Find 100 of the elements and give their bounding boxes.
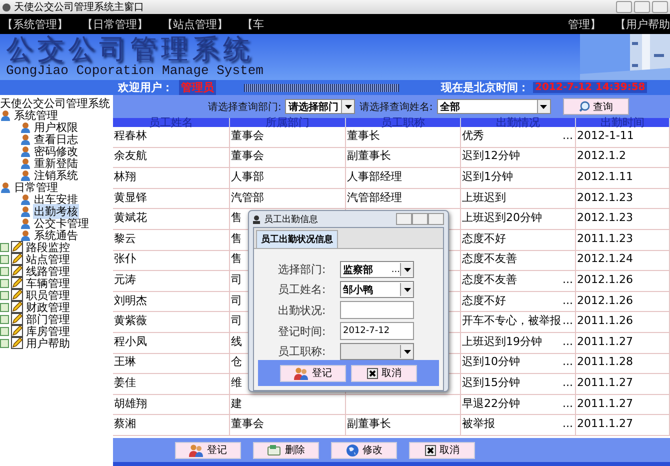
pencil-icon: [11, 325, 23, 337]
table-cell: 2012.1.23: [576, 209, 670, 230]
menu-item[interactable]: 【站点管理】: [162, 16, 228, 32]
search-icon: [578, 101, 590, 112]
maximize-button[interactable]: [412, 213, 428, 225]
table-cell: 2012.1.11: [576, 168, 670, 189]
dialog-button[interactable]: 取消: [351, 364, 417, 382]
close-button[interactable]: [652, 1, 668, 13]
table-cell: 2012.1.26: [576, 271, 670, 292]
person-icon: [0, 182, 11, 192]
menu-item[interactable]: 【系统管理】: [2, 16, 68, 32]
tree-item[interactable]: 站点管理: [25, 252, 71, 266]
pencil-icon: [11, 265, 23, 277]
tree-item[interactable]: 车辆管理: [25, 276, 71, 290]
minimize-button[interactable]: [396, 213, 412, 225]
pencil-icon: [11, 253, 23, 265]
dropdown[interactable]: 监察部 ...: [340, 261, 414, 278]
caret-icon: [344, 104, 352, 108]
tree-item[interactable]: 出勤考核: [33, 204, 79, 218]
expand-toggle[interactable]: [0, 290, 9, 300]
table-cell: 被举报 ...: [461, 415, 576, 436]
tree-item[interactable]: 用户权限: [33, 120, 79, 134]
tree-root[interactable]: 天使公交公司管理系统: [0, 96, 110, 110]
table-cell: 2011.1.27: [576, 415, 670, 436]
tree-item[interactable]: 系统通告: [33, 228, 79, 242]
tab[interactable]: 员工出勤状况信息: [256, 230, 338, 248]
tree-item[interactable]: 日常管理: [13, 180, 59, 194]
person-icon: [20, 206, 31, 216]
expand-toggle[interactable]: [0, 278, 9, 288]
expand-toggle[interactable]: [0, 302, 9, 312]
menu-item[interactable]: 【用户帮助: [615, 16, 670, 32]
table-cell: 建: [230, 394, 346, 416]
minimize-button[interactable]: [616, 1, 632, 13]
pencil-icon: [11, 337, 23, 349]
table-cell: 张仆: [113, 250, 230, 272]
person-icon: [20, 194, 31, 204]
close-icon: [366, 368, 378, 378]
table-cell: 黄显铎: [113, 188, 230, 210]
tree-item[interactable]: 部门管理: [25, 312, 71, 326]
action-button[interactable]: 取消: [409, 442, 475, 458]
expand-toggle[interactable]: [0, 254, 9, 264]
action-button[interactable]: 删除: [253, 442, 319, 458]
expand-toggle[interactable]: [0, 338, 9, 348]
query-button[interactable]: 查询: [562, 98, 629, 115]
window-title: 天使公交公司管理系统主窗口: [14, 0, 144, 14]
tree-item[interactable]: 财政管理: [25, 300, 71, 314]
table-cell: 董事会: [230, 415, 346, 436]
people-icon: [189, 444, 203, 456]
dropdown[interactable]: 邹小鸭: [340, 281, 414, 298]
tree-item[interactable]: 公交卡管理: [33, 216, 90, 230]
tree-item[interactable]: 系统管理: [13, 108, 59, 122]
tree-item[interactable]: 密码修改: [33, 144, 79, 158]
tree-item[interactable]: 注销系统: [33, 168, 79, 182]
table-cell: 2011.1.28: [576, 354, 670, 374]
expand-toggle[interactable]: [0, 326, 9, 336]
tree-item[interactable]: 出车安排: [33, 192, 79, 206]
tree-item[interactable]: 路段监控: [25, 240, 71, 254]
close-button[interactable]: [428, 213, 444, 225]
menu-item[interactable]: 【日常管理】: [82, 16, 148, 32]
tree-item[interactable]: 用户帮助: [25, 336, 71, 350]
department-dropdown[interactable]: 请选择部门: [285, 99, 356, 114]
input-field[interactable]: [340, 301, 414, 319]
dropdown[interactable]: [340, 343, 414, 360]
tree-item[interactable]: 查看日志: [33, 132, 79, 146]
maximize-button[interactable]: [634, 1, 650, 13]
table-cell: 迟到12分钟: [461, 148, 576, 168]
table-cell: 2012-1-11: [576, 127, 670, 148]
person-icon: [20, 122, 31, 132]
table-cell: 早退22分钟 ...: [461, 394, 576, 416]
table-cell: 2011.1.27: [576, 394, 670, 416]
dialog-title: 员工出勤信息: [264, 214, 318, 226]
table-cell: 迟到15分钟 ...: [461, 374, 576, 395]
tree-item[interactable]: 线路管理: [25, 264, 71, 278]
clock-time: 2012-7-12 14:39:58: [533, 82, 648, 93]
menu-item[interactable]: 管理】: [568, 16, 601, 32]
table-cell: 2012.1.2: [576, 148, 670, 168]
table-cell: 2011.1.26: [576, 312, 670, 333]
menu-item[interactable]: 【车: [242, 16, 264, 32]
expand-toggle[interactable]: [0, 242, 9, 252]
dialog-button[interactable]: 登记: [280, 364, 346, 382]
action-button[interactable]: 登记: [175, 442, 241, 458]
table-cell: 2011.1.27: [576, 332, 670, 354]
table-cell: 态度不友善 ...: [461, 271, 576, 292]
table-cell: 董事会: [230, 127, 346, 148]
table-cell: 2012.1.23: [576, 188, 670, 210]
user-name: 管理员: [179, 80, 216, 95]
tree-item[interactable]: 库房管理: [25, 324, 71, 338]
expand-toggle[interactable]: [0, 314, 9, 324]
table-cell: 蔡湘: [113, 415, 230, 436]
expand-toggle[interactable]: [0, 266, 9, 276]
input-field[interactable]: 2012-7-12: [340, 322, 414, 340]
table-cell: 人事部经理: [346, 168, 461, 189]
table-cell: 2011.1.27: [576, 374, 670, 395]
table-cell: 态度不友善: [461, 250, 576, 272]
table-cell: 黎云: [113, 230, 230, 251]
tree-item[interactable]: 职员管理: [25, 288, 71, 302]
tree-item[interactable]: 重新登陆: [33, 156, 79, 170]
name-dropdown[interactable]: 全部: [436, 99, 551, 114]
action-button[interactable]: 修改: [331, 442, 397, 458]
table-cell: 林翔: [113, 168, 230, 189]
